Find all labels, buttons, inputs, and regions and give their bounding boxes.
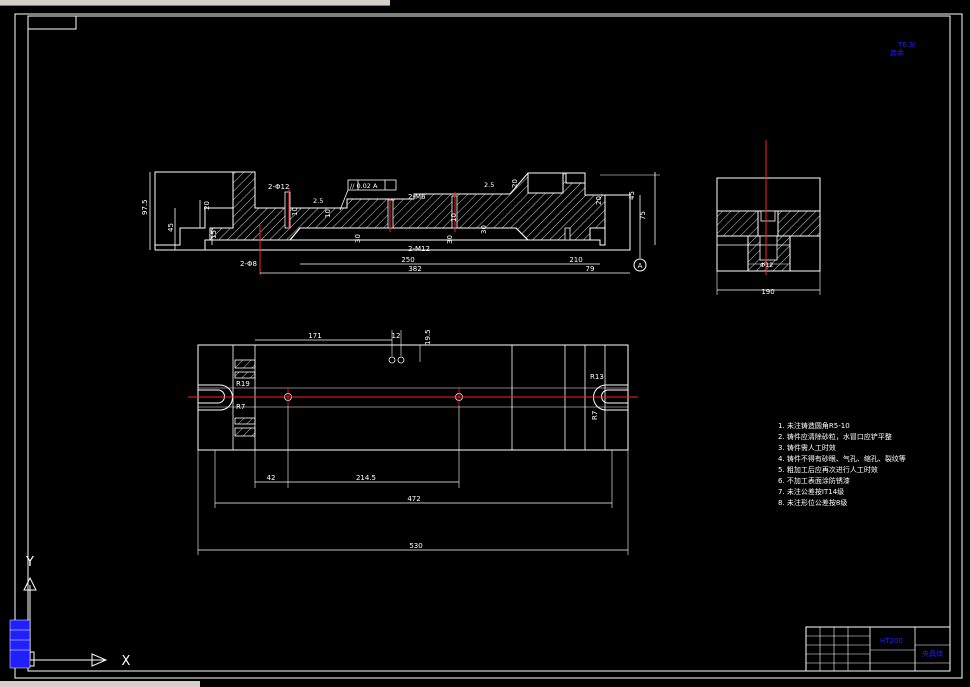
dim-45a: 45 <box>167 223 175 232</box>
top-dim-530: 530 <box>409 542 422 550</box>
drawing-frame <box>27 15 951 672</box>
dim-20b: 20 <box>511 179 519 188</box>
dim-79: 79 <box>586 265 595 273</box>
dim-20c: 20 <box>595 196 603 205</box>
dim-2-phi12: 2-Φ12 <box>268 183 289 191</box>
dim-30c: 30 <box>480 225 488 234</box>
note-line-6: 6. 不加工表面涂防锈漆 <box>778 476 850 485</box>
dim-30b: 30 <box>446 235 454 244</box>
dim-2-bar: 2-Φ8 <box>240 260 257 268</box>
top-dim-214-5: 214.5 <box>356 474 376 482</box>
dim-10b: 10 <box>324 209 332 218</box>
dim-250: 250 <box>401 256 414 264</box>
note-line-2: 2. 铸件应清除砂粒，水冒口应铲平整 <box>778 432 892 441</box>
ucs-y-label: Y <box>25 555 34 570</box>
top-dim-19-5: 19.5 <box>424 329 432 345</box>
note-line-7: 7. 未注公差按IT14级 <box>778 487 844 496</box>
title-material: HT200 <box>880 637 903 645</box>
dim-30a: 30 <box>354 234 362 243</box>
top-dim-171: 171 <box>308 332 321 340</box>
side-dim-190: 190 <box>761 288 774 296</box>
note-line-4: 4. 铸件不得有砂眼、气孔、缩孔、裂纹等 <box>778 454 906 463</box>
ucs-x-label: X <box>122 654 131 669</box>
dim-15: 15 <box>210 230 218 239</box>
dim-45b: 45 <box>628 191 636 200</box>
dim-97-5: 97.5 <box>141 199 149 215</box>
ucs-icon: Y X <box>19 555 131 669</box>
tool-palette[interactable] <box>9 619 31 669</box>
dim-382: 382 <box>408 265 421 273</box>
front-section-view: A // 0.02 A 97.5 45 20 15 2-Φ12 10 2.5 1… <box>141 171 660 275</box>
tolerance-text: // 0.02 A <box>350 182 378 190</box>
dim-2-m12: 2-M12 <box>408 245 430 253</box>
cad-canvas[interactable]: T6.3/ 其余 A // 0.02 A 97.5 45 20 15 2-Φ12… <box>0 0 970 687</box>
note-line-5: 5. 粗加工后应再次进行人工时效 <box>778 465 878 474</box>
top-r13: R13 <box>590 373 604 381</box>
corner-note-line1: T6.3/ <box>897 41 916 49</box>
top-r19: R19 <box>236 380 250 388</box>
datum-a-label: A <box>638 262 643 270</box>
dim-2-m6: 2-M6 <box>408 193 426 201</box>
top-r7a: R7 <box>236 403 245 411</box>
note-line-1: 1. 未注铸造圆角R5-10 <box>778 421 850 430</box>
top-dim-12: 12 <box>392 332 401 340</box>
note-line-8: 8. 未注形位公差按8级 <box>778 498 847 507</box>
top-view: 171 12 19.5 R19 R7 R13 R7 42 214.5 472 5… <box>188 329 638 555</box>
top-r7b: R7 <box>591 411 599 420</box>
title-block: HT200 夹具体 <box>805 626 951 672</box>
top-dim-472: 472 <box>407 495 420 503</box>
dim-10a: 10 <box>291 207 299 216</box>
technical-notes: 1. 未注铸造圆角R5-10 2. 铸件应清除砂粒，水冒口应铲平整 3. 铸件需… <box>778 421 906 507</box>
paper-border <box>14 13 963 679</box>
dim-2-5b: 2.5 <box>484 181 494 189</box>
side-dim-phi: Φ12 <box>760 261 773 269</box>
note-line-3: 3. 铸件需人工时效 <box>778 443 836 452</box>
dim-75: 75 <box>639 211 647 220</box>
top-dim-42: 42 <box>267 474 276 482</box>
dim-2-5a: 2.5 <box>313 197 323 205</box>
dim-20a: 20 <box>203 201 211 210</box>
dim-10c: 10 <box>450 213 458 222</box>
corner-note-line2: 其余 <box>890 48 904 57</box>
layout-tabs-bar[interactable] <box>0 681 200 687</box>
side-view: Φ12 190 <box>716 140 821 296</box>
corner-block <box>27 15 77 30</box>
title-name: 夹具体 <box>922 649 943 658</box>
dim-210: 210 <box>569 256 582 264</box>
